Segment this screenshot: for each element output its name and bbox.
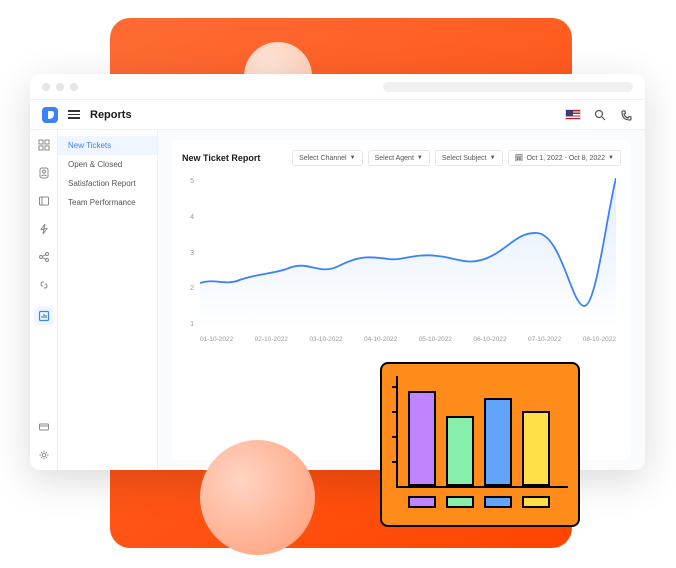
illus-bar-green xyxy=(446,416,474,486)
caret-down-icon: ▼ xyxy=(350,155,356,161)
filter-label: Oct 1, 2022 - Oct 8, 2022 xyxy=(526,155,605,162)
illus-y-tick xyxy=(392,411,398,413)
report-title: New Ticket Report xyxy=(182,153,260,163)
reports-icon[interactable] xyxy=(34,306,54,326)
caret-down-icon: ▼ xyxy=(417,155,423,161)
filter-label: Select Channel xyxy=(299,155,346,162)
language-flag-us[interactable] xyxy=(565,109,581,120)
app-logo[interactable] xyxy=(42,107,58,123)
address-bar-placeholder[interactable] xyxy=(383,82,633,92)
illus-y-axis xyxy=(396,376,398,486)
window-titlebar xyxy=(30,74,645,100)
hamburger-menu-icon[interactable] xyxy=(68,110,80,119)
app-header: Reports xyxy=(30,100,645,130)
settings-icon[interactable] xyxy=(37,448,51,462)
window-control-dot[interactable] xyxy=(42,83,50,91)
share-icon[interactable] xyxy=(37,250,51,264)
reports-sidebar: New Tickets Open & Closed Satisfaction R… xyxy=(58,130,158,470)
x-tick: 03-10-2022 xyxy=(309,336,342,343)
x-tick: 07-10-2022 xyxy=(528,336,561,343)
user-icon[interactable] xyxy=(37,166,51,180)
filter-label: Select Subject xyxy=(442,155,487,162)
illus-bar-blue xyxy=(484,398,512,486)
report-header: New Ticket Report Select Channel ▼ Select… xyxy=(182,150,621,166)
illus-bars xyxy=(408,376,550,486)
illus-legend-yellow xyxy=(522,496,550,508)
filter-date-range[interactable]: 🗓Oct 1, 2022 - Oct 8, 2022▼ xyxy=(508,150,621,166)
phone-icon[interactable] xyxy=(619,108,633,122)
x-tick: 01-10-2022 xyxy=(200,336,233,343)
illus-y-tick xyxy=(392,461,398,463)
icon-rail xyxy=(30,130,58,470)
ticket-icon[interactable] xyxy=(37,194,51,208)
y-tick: 5 xyxy=(182,178,194,185)
filter-label: Select Agent xyxy=(375,155,414,162)
search-icon[interactable] xyxy=(593,108,607,122)
illus-x-axis xyxy=(396,486,568,488)
caret-down-icon: ▼ xyxy=(608,155,614,161)
illus-bar-yellow xyxy=(522,411,550,486)
x-axis: 01-10-2022 02-10-2022 03-10-2022 04-10-2… xyxy=(200,336,616,343)
illus-bar-purple xyxy=(408,391,436,486)
page-title: Reports xyxy=(90,109,132,121)
illus-y-tick xyxy=(392,386,398,388)
sidebar-item-satisfaction[interactable]: Satisfaction Report xyxy=(58,174,157,193)
y-tick: 1 xyxy=(182,321,194,328)
y-axis: 5 4 3 2 1 xyxy=(182,178,194,328)
illus-y-tick xyxy=(392,436,398,438)
sidebar-item-team-performance[interactable]: Team Performance xyxy=(58,193,157,212)
caret-down-icon: ▼ xyxy=(490,155,496,161)
x-tick: 08-10-2022 xyxy=(583,336,616,343)
y-tick: 3 xyxy=(182,250,194,257)
illus-legend xyxy=(408,496,550,508)
x-tick: 06-10-2022 xyxy=(473,336,506,343)
window-control-dot[interactable] xyxy=(70,83,78,91)
illus-legend-green xyxy=(446,496,474,508)
x-tick: 02-10-2022 xyxy=(255,336,288,343)
chart-plot xyxy=(200,178,616,328)
bolt-icon[interactable] xyxy=(37,222,51,236)
y-tick: 4 xyxy=(182,214,194,221)
filter-agent[interactable]: Select Agent▼ xyxy=(368,150,430,166)
decoration-circle-bottom xyxy=(200,440,315,555)
bar-chart-illustration xyxy=(380,362,580,527)
x-tick: 04-10-2022 xyxy=(364,336,397,343)
illus-legend-blue xyxy=(484,496,512,508)
filter-subject[interactable]: Select Subject▼ xyxy=(435,150,503,166)
illus-legend-purple xyxy=(408,496,436,508)
link-icon[interactable] xyxy=(37,278,51,292)
y-tick: 2 xyxy=(182,285,194,292)
filter-channel[interactable]: Select Channel ▼ xyxy=(292,150,362,166)
sidebar-item-new-tickets[interactable]: New Tickets xyxy=(58,136,157,155)
card-icon[interactable] xyxy=(37,420,51,434)
line-chart: 5 4 3 2 1 01-10-2022 xyxy=(182,178,621,358)
x-tick: 05-10-2022 xyxy=(419,336,452,343)
window-control-dot[interactable] xyxy=(56,83,64,91)
sidebar-item-open-closed[interactable]: Open & Closed xyxy=(58,155,157,174)
dashboard-icon[interactable] xyxy=(37,138,51,152)
calendar-icon: 🗓 xyxy=(515,154,524,162)
